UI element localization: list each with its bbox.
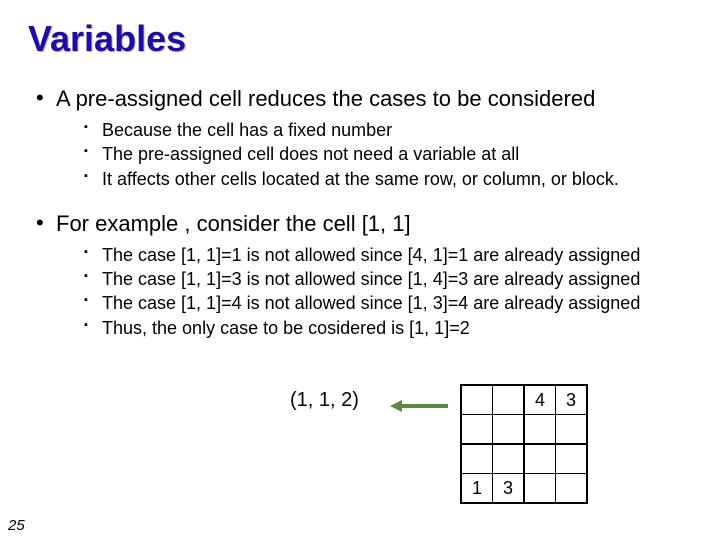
sudoku-grid: 4 3 1 3 (460, 384, 588, 504)
grid-cell: 1 (461, 474, 493, 504)
grid-cell (461, 385, 493, 415)
sub-bullet-item: The case [1, 1]=3 is not allowed since [… (84, 267, 692, 291)
figure: (1, 1, 2) 4 3 (0, 384, 720, 504)
grid-cell (524, 444, 556, 474)
grid-cell: 3 (493, 474, 525, 504)
grid-cell (461, 415, 493, 445)
grid-cell (556, 444, 588, 474)
grid-cell (461, 444, 493, 474)
sub-bullet-list: The case [1, 1]=1 is not allowed since [… (56, 243, 692, 340)
grid-cell: 4 (524, 385, 556, 415)
arrow-left-icon (390, 398, 450, 414)
grid-cell (493, 385, 525, 415)
sub-bullet-item: The pre-assigned cell does not need a va… (84, 142, 692, 166)
grid-cell (556, 474, 588, 504)
grid-cell: 3 (556, 385, 588, 415)
grid-cell (493, 415, 525, 445)
sub-bullet-item: Thus, the only case to be cosidered is [… (84, 316, 692, 340)
page-number: 25 (8, 517, 25, 534)
bullet-item: A pre-assigned cell reduces the cases to… (36, 86, 692, 191)
sub-bullet-item: The case [1, 1]=4 is not allowed since [… (84, 291, 692, 315)
grid-cell (556, 415, 588, 445)
bullet-text: For example , consider the cell [1, 1] (56, 211, 411, 236)
sub-bullet-item: Because the cell has a fixed number (84, 118, 692, 142)
sub-bullet-item: It affects other cells located at the sa… (84, 167, 692, 191)
sub-bullet-list: Because the cell has a fixed number The … (56, 118, 692, 191)
tuple-label: (1, 1, 2) (290, 389, 359, 412)
grid-cell (524, 415, 556, 445)
bullet-item: For example , consider the cell [1, 1] T… (36, 211, 692, 340)
bullet-list: A pre-assigned cell reduces the cases to… (28, 86, 692, 340)
grid-cell (493, 444, 525, 474)
slide-title: Variables (28, 18, 692, 60)
grid-cell (524, 474, 556, 504)
sub-bullet-item: The case [1, 1]=1 is not allowed since [… (84, 243, 692, 267)
slide: Variables A pre-assigned cell reduces th… (0, 0, 720, 540)
bullet-text: A pre-assigned cell reduces the cases to… (56, 86, 595, 111)
